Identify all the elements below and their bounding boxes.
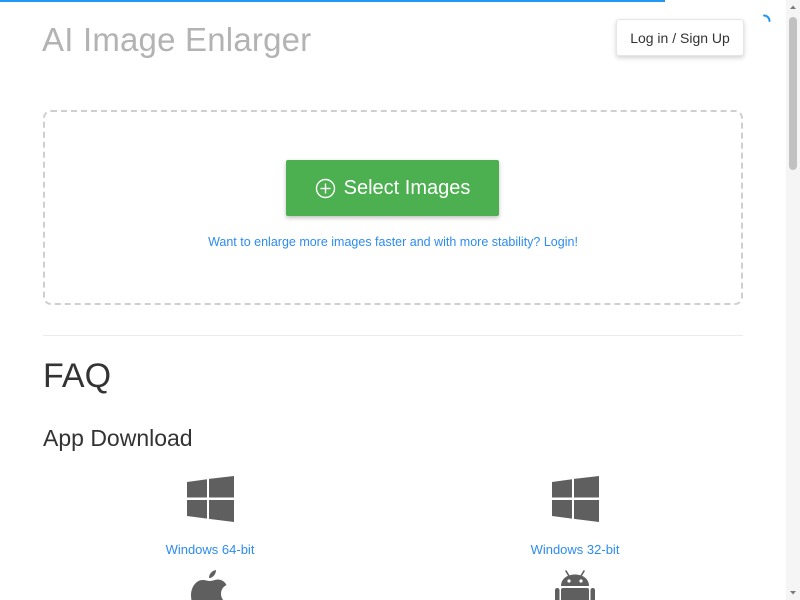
windows-icon	[551, 476, 599, 522]
loading-spinner-icon	[763, 14, 771, 22]
download-label: Windows 64-bit	[165, 542, 255, 557]
download-mac-link[interactable]	[130, 570, 290, 600]
login-hint-link[interactable]: Want to enlarge more images faster and w…	[43, 235, 743, 249]
windows-icon	[186, 476, 234, 522]
scroll-up-arrow-icon[interactable]	[786, 0, 800, 14]
download-android-link[interactable]	[495, 570, 655, 600]
login-signup-button[interactable]: Log in / Sign Up	[616, 19, 744, 56]
app-download-heading: App Download	[43, 425, 193, 451]
select-images-button[interactable]: Select Images	[286, 160, 499, 216]
scrollbar-thumb[interactable]	[789, 17, 797, 170]
section-divider	[43, 335, 743, 336]
app-title: AI Image Enlarger	[42, 21, 312, 58]
download-label: Windows 32-bit	[530, 542, 620, 557]
vertical-scrollbar[interactable]	[786, 0, 800, 600]
download-windows-64-link[interactable]: Windows 64-bit	[130, 476, 290, 557]
page: AI Image Enlarger Log in / Sign Up Selec…	[0, 0, 786, 600]
add-circle-icon	[315, 178, 335, 198]
faq-heading: FAQ	[43, 357, 112, 395]
android-icon	[555, 570, 595, 600]
scroll-down-arrow-icon[interactable]	[786, 586, 800, 600]
apple-icon	[191, 570, 227, 600]
select-images-label: Select Images	[343, 176, 471, 199]
download-windows-32-link[interactable]: Windows 32-bit	[495, 476, 655, 557]
